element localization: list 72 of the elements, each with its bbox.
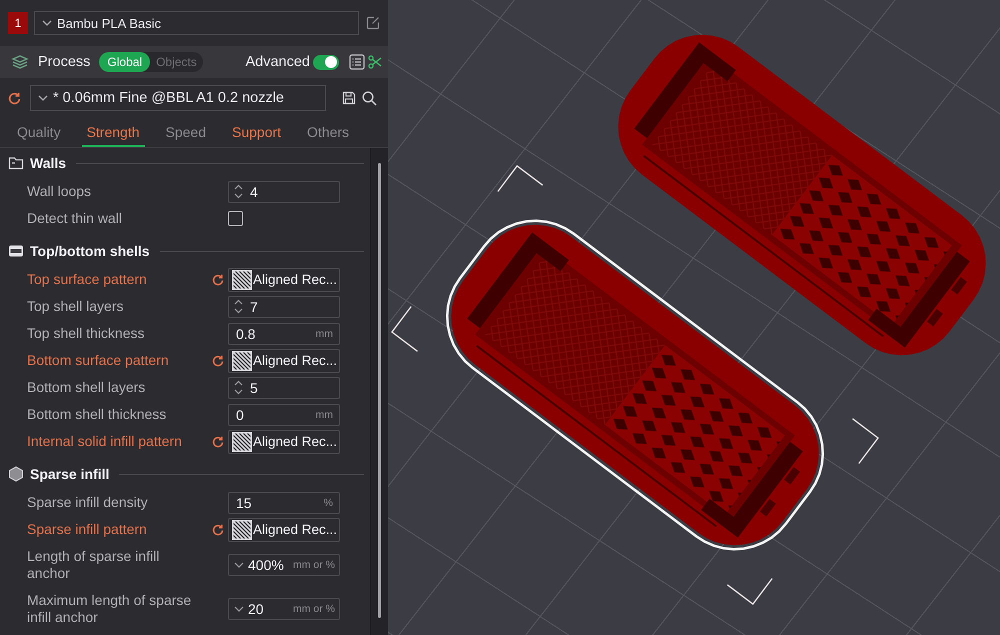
scissors-icon[interactable]	[368, 55, 382, 69]
setting-label: Internal solid infill pattern	[27, 433, 182, 450]
setting-label: Top shell layers	[27, 298, 124, 315]
pattern-dropdown[interactable]: Aligned Rec...	[228, 518, 340, 542]
setting-label: Bottom shell layers	[27, 379, 146, 396]
layered-block-icon	[8, 244, 24, 258]
pattern-dropdown[interactable]: Aligned Rec...	[228, 268, 340, 292]
settings-tab[interactable]: Others	[302, 118, 354, 147]
caret-icon[interactable]	[234, 562, 244, 568]
edit-icon[interactable]	[366, 16, 380, 30]
setting-label: Wall loops	[27, 183, 92, 200]
section-title: Walls	[30, 155, 66, 171]
folder-icon	[8, 156, 24, 170]
unit-label: mm	[316, 408, 333, 420]
number-field[interactable]: 0 mm	[228, 404, 340, 426]
combo-field[interactable]: 400% mm or %	[228, 554, 340, 576]
number-field[interactable]: 0.8 mm	[228, 322, 340, 344]
reset-icon[interactable]	[212, 274, 224, 286]
spin-arrows-icon[interactable]	[234, 184, 243, 199]
spin-arrows-icon[interactable]	[234, 299, 243, 314]
settings-tab[interactable]: Strength	[82, 118, 145, 147]
setting-label: Detect thin wall	[27, 210, 122, 227]
section-title: Sparse infill	[30, 466, 110, 482]
caret-icon	[38, 95, 48, 101]
save-icon[interactable]	[342, 91, 356, 105]
hatch-pattern-icon	[232, 520, 252, 540]
setting-label: Bottom surface pattern	[27, 352, 169, 369]
number-field[interactable]: 15 %	[228, 492, 340, 514]
hatch-pattern-icon	[232, 432, 252, 452]
spin-field[interactable]: 4	[228, 180, 340, 202]
setting-label: Top surface pattern	[27, 271, 147, 288]
preset-dropdown[interactable]: * 0.06mm Fine @BBL A1 0.2 nozzle	[30, 85, 326, 111]
pattern-dropdown[interactable]: Aligned Rec...	[228, 348, 340, 372]
reset-icon[interactable]	[212, 524, 224, 536]
scrollbar-thumb[interactable]	[378, 163, 381, 618]
hexagon-icon	[8, 466, 24, 482]
advanced-label: Advanced	[246, 54, 310, 70]
settings-tab[interactable]: Speed	[160, 118, 211, 147]
unit-label: %	[324, 496, 333, 508]
scrollbar[interactable]	[370, 148, 388, 635]
spin-field[interactable]: 5	[228, 376, 340, 398]
layers-icon	[11, 55, 29, 69]
spin-arrows-icon[interactable]	[234, 380, 243, 395]
setting-label: Sparse infill density	[27, 494, 148, 511]
combo-field[interactable]: 20 mm or %	[228, 598, 340, 620]
reset-icon[interactable]	[212, 436, 224, 448]
reset-icon[interactable]	[8, 92, 21, 104]
unit-label: mm	[316, 328, 333, 340]
search-icon[interactable]	[362, 90, 377, 106]
section-title: Top/bottom shells	[30, 243, 150, 259]
filament-slot-badge: 1	[8, 12, 28, 34]
advanced-toggle[interactable]	[313, 54, 339, 70]
caret-icon	[42, 20, 52, 26]
pattern-dropdown[interactable]: Aligned Rec...	[228, 430, 340, 454]
setting-label: Length of sparse infill anchor	[27, 548, 160, 582]
unit-label: mm or %	[293, 603, 335, 615]
setting-label: Maximum length of sparse infill anchor	[27, 592, 192, 626]
settings-tab[interactable]: Quality	[12, 118, 66, 147]
checkbox[interactable]	[228, 211, 243, 226]
reset-icon[interactable]	[212, 354, 224, 366]
hatch-pattern-icon	[232, 270, 252, 290]
setting-label: Sparse infill pattern	[27, 521, 147, 538]
filament-dropdown[interactable]: Bambu PLA Basic	[34, 11, 360, 35]
settings-tab[interactable]: Support	[227, 118, 286, 147]
caret-icon[interactable]	[234, 606, 244, 612]
process-title: Process	[38, 54, 90, 70]
spin-field[interactable]: 7	[228, 296, 340, 318]
hatch-pattern-icon	[232, 350, 252, 370]
setting-label: Top shell thickness	[27, 325, 145, 342]
unit-label: mm or %	[293, 559, 335, 571]
setting-label: Bottom shell thickness	[27, 406, 166, 423]
list-icon[interactable]	[349, 54, 365, 70]
